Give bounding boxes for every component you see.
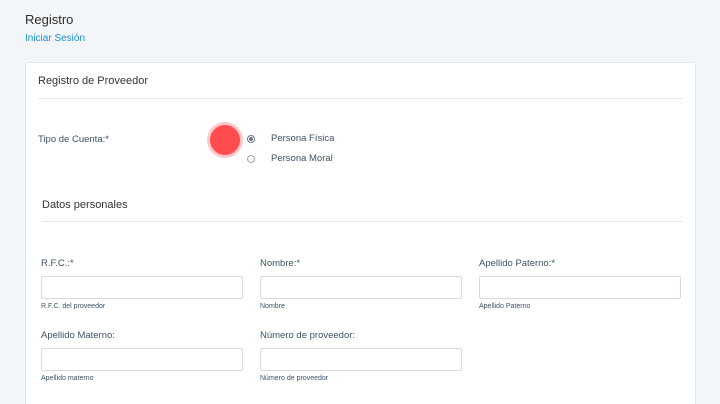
rfc-input[interactable] bbox=[41, 276, 243, 299]
radio-persona-fisica[interactable]: Persona Física bbox=[247, 133, 334, 144]
page-title: Registro bbox=[25, 12, 74, 27]
field-apellido-paterno: Apellido Paterno:* Apellido Paterno bbox=[479, 257, 681, 310]
numero-proveedor-help-text: Número de proveedor bbox=[260, 375, 329, 382]
field-apellido-materno: Apellido Materno: Apellido materno bbox=[41, 329, 243, 382]
radio-label-persona-moral[interactable]: Persona Moral bbox=[271, 153, 333, 164]
click-indicator-icon bbox=[210, 125, 240, 155]
apellido-materno-help-text: Apellido materno bbox=[41, 375, 94, 382]
radio-persona-moral[interactable]: Persona Moral bbox=[247, 153, 333, 164]
field-nombre: Nombre:* Nombre bbox=[260, 257, 462, 310]
apellido-materno-label: Apellido Materno: bbox=[41, 330, 115, 341]
radio-checked-icon[interactable] bbox=[247, 134, 255, 143]
card-title: Registro de Proveedor bbox=[38, 75, 149, 87]
field-rfc: R.F.C.:* R.F.C. del proveedor bbox=[41, 257, 243, 310]
nombre-label: Nombre:* bbox=[260, 258, 301, 269]
apellido-paterno-help-text: Apellido Paterno bbox=[479, 303, 531, 310]
numero-proveedor-input[interactable] bbox=[260, 348, 462, 371]
numero-proveedor-label: Número de proveedor: bbox=[260, 330, 356, 341]
nombre-input[interactable] bbox=[260, 276, 462, 299]
nombre-help-text: Nombre bbox=[260, 303, 285, 310]
apellido-paterno-label: Apellido Paterno:* bbox=[479, 258, 556, 269]
account-type-label: Tipo de Cuenta:* bbox=[38, 134, 109, 145]
rfc-label: R.F.C.:* bbox=[41, 258, 74, 269]
field-numero-proveedor: Número de proveedor: Número de proveedor bbox=[260, 329, 462, 382]
registration-card: Registro de Proveedor Tipo de Cuenta:* P… bbox=[25, 62, 696, 404]
rfc-help-text: R.F.C. del proveedor bbox=[41, 303, 106, 310]
radio-label-persona-fisica[interactable]: Persona Física bbox=[271, 133, 334, 144]
section-divider bbox=[42, 221, 683, 222]
card-header: Registro de Proveedor bbox=[38, 75, 683, 99]
section-title-personal-data: Datos personales bbox=[42, 199, 128, 211]
radio-unchecked-icon[interactable] bbox=[247, 154, 255, 163]
login-link[interactable]: Iniciar Sesión bbox=[25, 33, 85, 44]
apellido-paterno-input[interactable] bbox=[479, 276, 681, 299]
apellido-materno-input[interactable] bbox=[41, 348, 243, 371]
